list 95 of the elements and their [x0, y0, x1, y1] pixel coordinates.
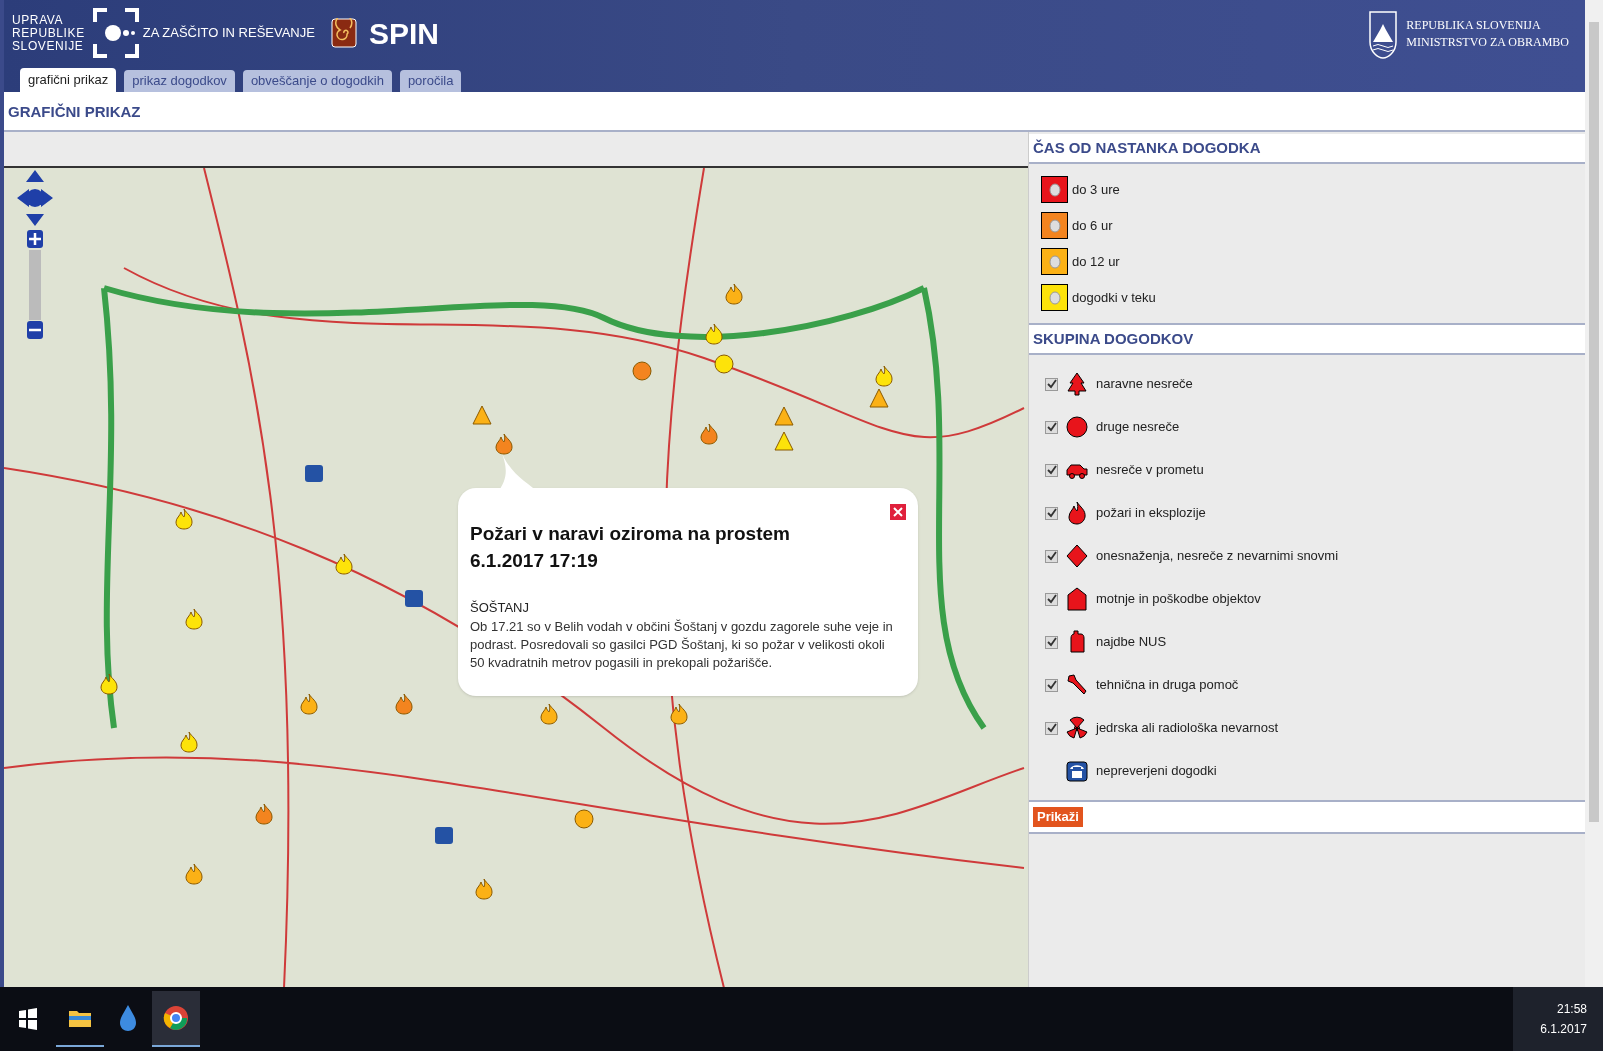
coat-of-arms-icon	[1368, 8, 1399, 60]
checkbox[interactable]	[1045, 463, 1058, 477]
map-marker-icon[interactable]	[874, 365, 894, 387]
map-marker-icon[interactable]	[539, 703, 559, 725]
tab[interactable]: poročila	[399, 70, 462, 92]
check-icon	[1046, 465, 1057, 475]
map-marker-icon[interactable]	[774, 431, 794, 451]
event-group-label: naravne nesreče	[1096, 375, 1193, 394]
show-button[interactable]: Prikaži	[1033, 807, 1083, 827]
checkbox[interactable]	[1045, 678, 1058, 692]
event-group-label: najdbe NUS	[1096, 633, 1167, 652]
map-marker-icon[interactable]	[774, 406, 794, 426]
map-marker-icon[interactable]	[704, 323, 724, 345]
map-marker-icon[interactable]	[472, 405, 492, 425]
check-icon	[1046, 637, 1057, 647]
diamond-icon	[1066, 544, 1088, 568]
dot-icon	[1048, 290, 1061, 305]
event-group-label: onesnaženja, nesreče z nevarnimi snovmi	[1096, 547, 1339, 566]
telephone-icon	[1066, 759, 1088, 783]
time-label: do 3 ure	[1072, 180, 1120, 199]
check-icon	[1046, 551, 1057, 561]
section-title: ČAS OD NASTANKA DOGODKA	[1033, 137, 1261, 158]
close-icon	[893, 507, 903, 517]
dot-icon	[1048, 254, 1061, 269]
tab[interactable]: grafični prikaz	[20, 68, 117, 92]
map-marker-icon[interactable]	[184, 863, 204, 885]
tree-icon	[1066, 372, 1088, 396]
popup-datetime: 6.1.2017 17:19	[470, 549, 599, 573]
popup-title: Požari v naravi oziroma na prostem	[470, 522, 791, 546]
map-marker-icon[interactable]	[334, 553, 354, 575]
map-marker-icon[interactable]	[714, 353, 734, 375]
map-marker-icon[interactable]	[254, 803, 274, 825]
checkbox[interactable]	[1045, 721, 1058, 735]
check-icon	[1046, 379, 1057, 389]
map-marker-icon[interactable]	[394, 693, 414, 715]
close-button[interactable]	[890, 504, 906, 520]
map-marker-icon[interactable]	[474, 878, 494, 900]
check-icon	[1046, 723, 1057, 733]
map-marker-icon[interactable]	[179, 731, 199, 753]
tab[interactable]: obveščanje o dogodkih	[242, 70, 392, 92]
checkbox[interactable]	[1045, 506, 1058, 520]
event-group-label: požari in eksplozije	[1096, 504, 1206, 523]
taskbar-clock[interactable]: 21:58 6.1.2017	[1513, 987, 1603, 1051]
checkbox[interactable]	[1045, 592, 1058, 606]
map-marker-icon[interactable]	[494, 433, 514, 455]
app-name: SPIN	[368, 15, 439, 52]
agency-name: UPRAVA REPUBLIKE SLOVENIJE	[12, 13, 85, 53]
map-marker-icon[interactable]	[99, 673, 119, 695]
time-label: dogodki v teku	[1072, 288, 1156, 307]
map-marker-icon[interactable]	[434, 825, 454, 845]
map-marker-icon[interactable]	[869, 388, 889, 408]
map-marker-icon[interactable]	[184, 608, 204, 630]
check-icon	[1046, 508, 1057, 518]
scrollbar[interactable]	[1585, 0, 1603, 987]
map-marker-icon[interactable]	[724, 283, 744, 305]
event-group-label: nesreče v prometu	[1096, 461, 1204, 480]
ministry-name: REPUBLIKA SLOVENIJA MINISTRSTVO ZA OBRAMBO	[1406, 17, 1569, 51]
popup-place: ŠOŠTANJ	[470, 599, 530, 617]
page-title: GRAFIČNI PRIKAZ	[8, 101, 141, 122]
checkbox[interactable]	[1045, 549, 1058, 563]
agency-tagline: ZA ZAŠČITO IN REŠEVANJE	[142, 24, 315, 43]
tab[interactable]: prikaz dogodkov	[124, 70, 235, 92]
house-icon	[1066, 587, 1088, 611]
map-marker-icon[interactable]	[699, 423, 719, 445]
wrench-icon	[1066, 673, 1088, 697]
checkbox[interactable]	[1045, 420, 1058, 434]
dot-icon	[1048, 218, 1061, 233]
radiation-icon	[1066, 716, 1088, 740]
time-label: do 12 ur	[1072, 252, 1120, 271]
check-icon	[1046, 680, 1057, 690]
map-marker-icon[interactable]	[299, 693, 319, 715]
map-marker-icon[interactable]	[404, 588, 424, 608]
event-group-label: jedrska ali radiološka nevarnost	[1096, 719, 1279, 738]
agency-logo-icon	[92, 8, 139, 58]
event-group-label: druge nesreče	[1096, 418, 1180, 437]
event-group-label: nepreverjeni dogodki	[1096, 762, 1217, 781]
checkbox[interactable]	[1045, 377, 1058, 391]
circle-icon	[1066, 415, 1088, 439]
map-marker-icon[interactable]	[574, 808, 594, 830]
map-marker-icon[interactable]	[669, 703, 689, 725]
time-label: do 6 ur	[1072, 216, 1113, 235]
check-icon	[1046, 594, 1057, 604]
checkbox[interactable]	[1045, 635, 1058, 649]
flame-icon	[1066, 501, 1088, 525]
map-marker-icon[interactable]	[632, 360, 652, 382]
check-icon	[1046, 422, 1057, 432]
section-title: SKUPINA DOGODKOV	[1033, 328, 1194, 349]
event-group-label: tehnična in druga pomoč	[1096, 676, 1239, 695]
dot-icon	[1048, 182, 1061, 197]
map-marker-icon[interactable]	[304, 463, 324, 483]
spiral-logo-icon	[330, 18, 357, 48]
popup-description: Ob 17.21 so v Belih vodah v občini Šoštanj v gozdu zagorele suhe veje in podrast. Posredovali so gasilci PGD Šoštanj, ki so požar v velikosti okoli 50 kvadratnih metrov pogasili in prekopali požarišče.	[470, 617, 894, 672]
event-group-label: motnje in poškodbe objektov	[1096, 590, 1261, 609]
map-marker-icon[interactable]	[174, 508, 194, 530]
browser-icon[interactable]	[152, 991, 200, 1047]
